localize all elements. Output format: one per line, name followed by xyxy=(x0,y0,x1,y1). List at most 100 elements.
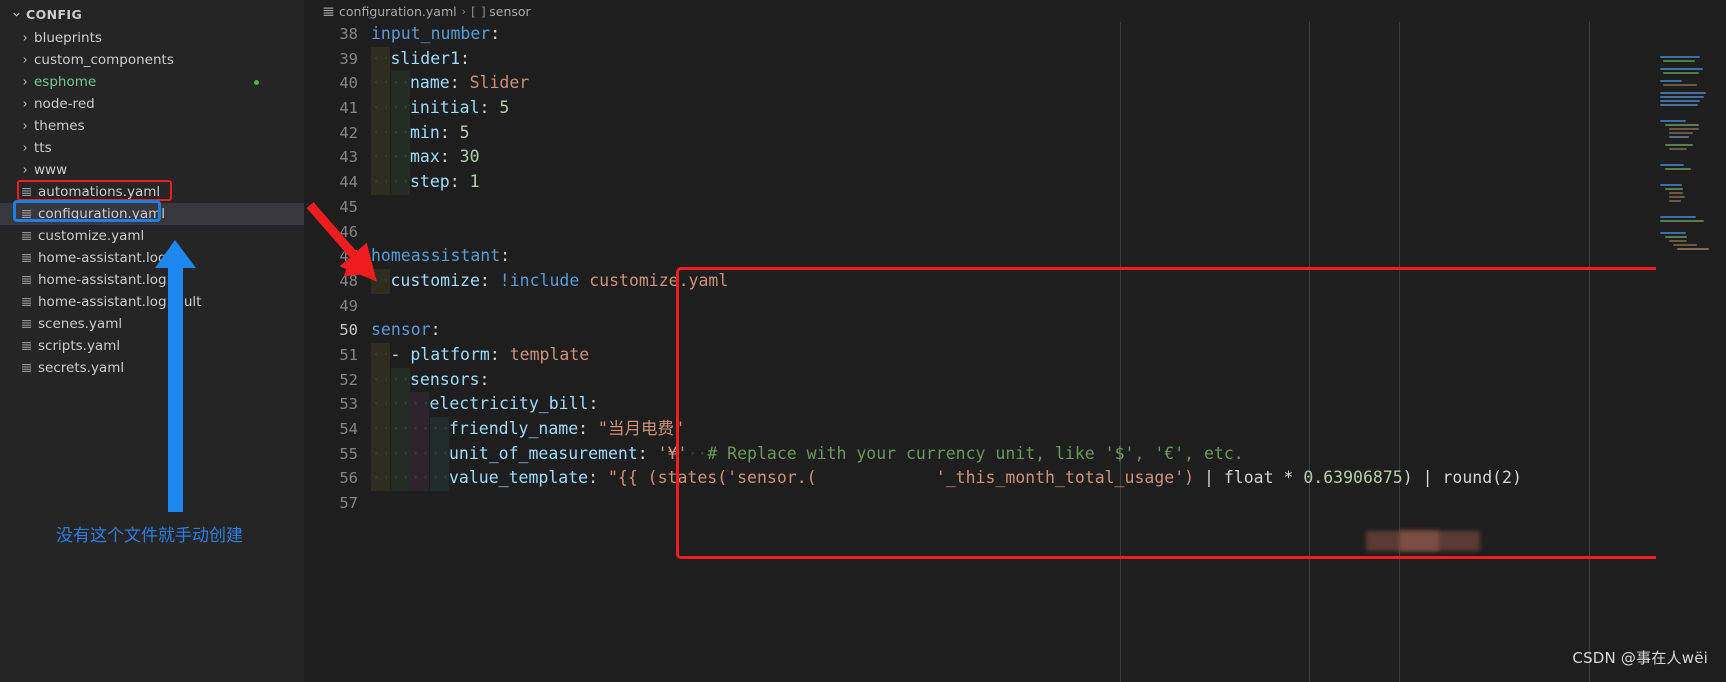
indent-dots: ···· xyxy=(371,122,411,142)
code-line[interactable]: 38 input_number: xyxy=(304,22,1726,47)
indent-dots: ···· xyxy=(371,172,411,192)
file-item-scripts-yaml[interactable]: scripts.yaml xyxy=(0,335,304,357)
log-file-icon xyxy=(18,272,35,288)
code-line[interactable]: 53 electricity_bill: ······ xyxy=(304,392,1726,417)
indent-dots: ···· xyxy=(371,369,411,389)
indent-dots: ········ xyxy=(371,419,451,438)
code-line[interactable]: 47 homeassistant: xyxy=(304,244,1726,269)
modified-indicator-dot xyxy=(254,80,259,85)
file-item-automations-yaml[interactable]: automations.yaml xyxy=(0,181,304,203)
line-number: 54 xyxy=(339,420,358,438)
folder-item-blueprints[interactable]: blueprints xyxy=(0,27,304,49)
explorer-root-label: CONFIG xyxy=(26,7,83,22)
code-line[interactable]: 57 xyxy=(304,491,1726,516)
chevron-right-icon xyxy=(18,96,32,112)
line-number: 51 xyxy=(339,345,358,364)
code-line[interactable]: 40 name: Slider ···· xyxy=(304,71,1726,97)
line-number: 45 xyxy=(339,197,358,216)
log-file-icon xyxy=(18,294,35,310)
breadcrumb-file[interactable]: configuration.yaml xyxy=(339,4,457,19)
folder-item-node-red[interactable]: node-red xyxy=(0,93,304,115)
folder-item-custom-components[interactable]: custom_components xyxy=(0,49,304,71)
code-text: max: 30 ···· xyxy=(371,145,480,170)
watermark: CSDN @事在人wëi xyxy=(1572,649,1708,667)
vscode-window: CONFIG blueprints custom_componentsesphom… xyxy=(0,0,1726,682)
chevron-right-icon xyxy=(18,52,32,68)
code-line[interactable]: 46 xyxy=(304,220,1726,245)
line-number: 57 xyxy=(339,494,358,513)
code-editor[interactable]: 38 input_number: 39 slider1: ·· 40 name: Slide… xyxy=(304,22,1726,682)
code-text: initial: 5 ···· xyxy=(371,96,509,121)
code-line[interactable]: 48 customize: !include customize.yaml ·· xyxy=(304,268,1726,294)
chevron-right-icon xyxy=(18,30,32,46)
indent-dots: ·· xyxy=(371,344,391,364)
indent-dots: ···· xyxy=(371,98,411,118)
line-number: 39 xyxy=(339,49,358,68)
tree-item-label: scenes.yaml xyxy=(38,316,123,332)
yaml-file-icon xyxy=(18,316,35,332)
code-text: customize: !include customize.yaml ·· xyxy=(371,269,728,294)
breadcrumb[interactable]: configuration.yaml › [ ] sensor xyxy=(304,0,1726,22)
indent-dots: ···· xyxy=(371,73,411,93)
tree-item-label: configuration.yaml xyxy=(38,206,166,222)
tree-item-label: custom_components xyxy=(34,52,174,68)
redacted-block xyxy=(1399,531,1439,551)
code-line[interactable]: 51 - platform: template ·· xyxy=(304,342,1726,368)
file-item-home-assistant-log-fault[interactable]: home-assistant.log.fault xyxy=(0,291,304,313)
file-item-configuration-yaml[interactable]: configuration.yaml xyxy=(0,203,304,225)
code-line[interactable]: 43 max: 30 ···· xyxy=(304,145,1726,171)
line-number: 47 xyxy=(339,247,358,266)
line-number: 38 xyxy=(339,25,358,43)
file-item-customize-yaml[interactable]: customize.yaml xyxy=(0,225,304,247)
code-text: homeassistant: xyxy=(371,246,511,266)
editor-scrollbar[interactable] xyxy=(1712,44,1726,682)
line-number: 50 xyxy=(339,321,358,340)
code-text: friendly_name: "当月电费" ········ xyxy=(371,417,684,442)
file-item-secrets-yaml[interactable]: secrets.yaml xyxy=(0,357,304,379)
code-line[interactable]: 44 step: 1 ···· xyxy=(304,170,1726,195)
breadcrumb-symbol[interactable]: sensor xyxy=(489,4,530,19)
tree-item-label: scripts.yaml xyxy=(38,338,121,354)
code-text: name: Slider ···· xyxy=(371,71,529,96)
log-file-icon xyxy=(18,250,35,266)
code-line[interactable]: 41 initial: 5 ···· xyxy=(304,96,1726,121)
file-item-home-assistant-log-1[interactable]: home-assistant.log.1 xyxy=(0,269,304,291)
code-line[interactable]: 54 friendly_name: "当月电费" ········ xyxy=(304,417,1726,442)
explorer-root-config[interactable]: CONFIG xyxy=(0,2,304,27)
code-line[interactable]: 52 sensors: ···· xyxy=(304,367,1726,393)
tree-item-label: tts xyxy=(34,140,52,156)
folder-item-tts[interactable]: tts xyxy=(0,137,304,159)
code-line[interactable]: 49 xyxy=(304,294,1726,319)
code-line[interactable]: 56 value_template: "{{ (states('sensor.( … xyxy=(304,466,1726,492)
tree-item-label: home-assistant.log.fault xyxy=(38,294,202,310)
folder-item-esphome[interactable]: esphome xyxy=(0,71,304,93)
yaml-file-icon xyxy=(18,338,35,354)
tree-item-label: automations.yaml xyxy=(38,184,161,200)
code-line[interactable]: 42 min: 5 ···· xyxy=(304,120,1726,146)
folder-item-themes[interactable]: themes xyxy=(0,115,304,137)
yaml-file-icon xyxy=(18,184,35,200)
line-number: 46 xyxy=(339,222,358,241)
file-tree: blueprints custom_componentsesphome node-r… xyxy=(0,27,304,379)
code-line[interactable]: 50 sensor: xyxy=(304,318,1726,343)
tree-item-label: blueprints xyxy=(34,30,102,46)
chevron-right-icon xyxy=(18,118,32,134)
tree-item-label: themes xyxy=(34,118,85,134)
line-number: 48 xyxy=(339,271,358,290)
file-item-scenes-yaml[interactable]: scenes.yaml xyxy=(0,313,304,335)
code-line[interactable]: 45 xyxy=(304,195,1726,220)
chevron-right-icon xyxy=(18,162,32,178)
line-number: 44 xyxy=(339,173,358,192)
breadcrumb-separator: › xyxy=(461,4,467,18)
editor-minimap[interactable] xyxy=(1656,44,1712,682)
code-line[interactable]: 39 slider1: ·· xyxy=(304,46,1726,72)
indent-dots: ·· xyxy=(371,48,391,68)
folder-item-www[interactable]: www xyxy=(0,159,304,181)
file-item-home-assistant-log[interactable]: home-assistant.log xyxy=(0,247,304,269)
code-text: slider1: ·· xyxy=(371,47,470,72)
yaml-file-icon xyxy=(322,5,335,18)
indent-dots: ···· xyxy=(371,147,411,167)
code-line[interactable]: 55 unit_of_measurement: '¥'··# Replace wi… xyxy=(304,441,1726,467)
line-number: 53 xyxy=(339,395,358,414)
indent-dots: ·· xyxy=(371,270,391,290)
